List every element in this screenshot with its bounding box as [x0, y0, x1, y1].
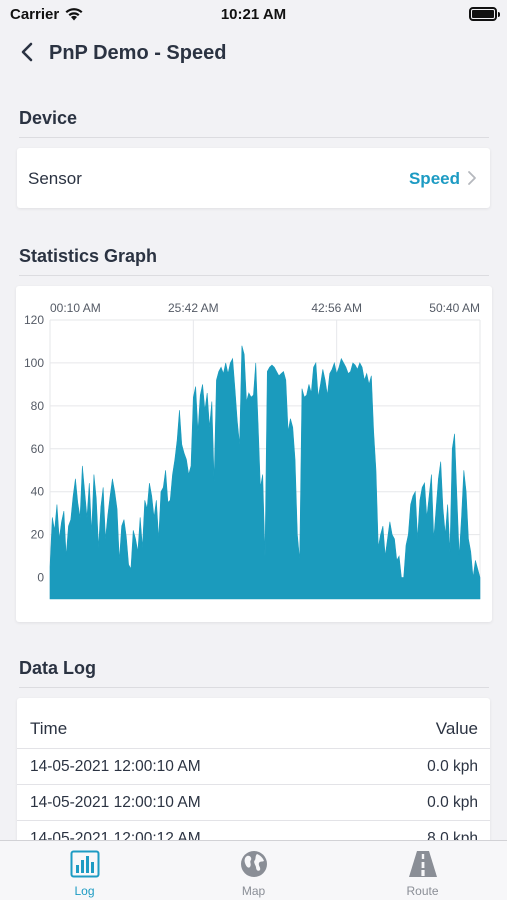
table-row: 14-05-2021 12:00:10 AM 0.0 kph — [17, 784, 490, 820]
x-tick-label: 00:10 AM — [50, 301, 101, 315]
speed-area-series — [49, 345, 481, 600]
page-title: PnP Demo - Speed — [49, 42, 227, 64]
speed-chart: 0 20 40 60 80 100 120 00:10 AM 25:42 AM 42:56 AM 5… — [24, 301, 481, 600]
tab-label: Log — [74, 884, 95, 898]
back-chevron-icon[interactable] — [16, 40, 40, 64]
statistics-graph: 0 20 40 60 80 100 120 00:10 AM 25:42 AM 42:56 AM 5… — [16, 286, 492, 622]
chevron-right-icon — [468, 171, 476, 185]
y-tick-label: 20 — [31, 528, 45, 542]
row-time: 14-05-2021 12:00:10 AM — [30, 794, 201, 811]
row-value: 0.0 kph — [427, 758, 478, 775]
clock-time: 10:21 AM — [220, 6, 287, 23]
log-section-title: Data Log — [19, 658, 489, 688]
y-tick-label: 60 — [31, 442, 45, 456]
device-section-title: Device — [19, 108, 489, 138]
status-bar: Carrier 10:21 AM — [0, 0, 507, 30]
row-value: 0.0 kph — [427, 794, 478, 811]
tab-bar: Log Map Route — [0, 840, 507, 900]
y-tick-label: 40 — [31, 485, 45, 499]
sensor-row[interactable]: Sensor Speed — [17, 148, 490, 208]
column-header-value: Value — [435, 719, 478, 738]
battery-icon — [469, 7, 500, 21]
road-icon — [409, 851, 437, 877]
table-row: 14-05-2021 12:00:10 AM 0.0 kph — [17, 748, 490, 784]
x-tick-label: 25:42 AM — [168, 301, 219, 315]
tab-map[interactable]: Map — [169, 841, 338, 900]
tab-label: Map — [241, 884, 266, 898]
y-tick-label: 0 — [37, 571, 44, 585]
navigation-bar: PnP Demo - Speed — [0, 32, 507, 76]
y-tick-label: 100 — [24, 356, 44, 370]
tab-route[interactable]: Route — [338, 841, 507, 900]
table-header: Time Value — [17, 698, 490, 752]
y-tick-label: 120 — [24, 313, 44, 327]
data-log-table: Time Value 14-05-2021 12:00:10 AM 0.0 kp… — [17, 698, 490, 848]
sensor-label: Sensor — [28, 169, 82, 188]
sensor-value: Speed — [408, 169, 460, 188]
x-tick-label: 50:40 AM — [429, 301, 480, 315]
tab-log[interactable]: Log — [0, 841, 169, 900]
tab-label: Route — [406, 884, 439, 898]
y-tick-label: 80 — [31, 399, 45, 413]
column-header-time: Time — [30, 719, 68, 738]
row-time: 14-05-2021 12:00:10 AM — [30, 758, 201, 775]
bar-chart-icon — [70, 850, 100, 878]
x-tick-label: 42:56 AM — [311, 301, 362, 315]
globe-icon — [241, 851, 267, 877]
graph-section-title: Statistics Graph — [19, 246, 489, 276]
